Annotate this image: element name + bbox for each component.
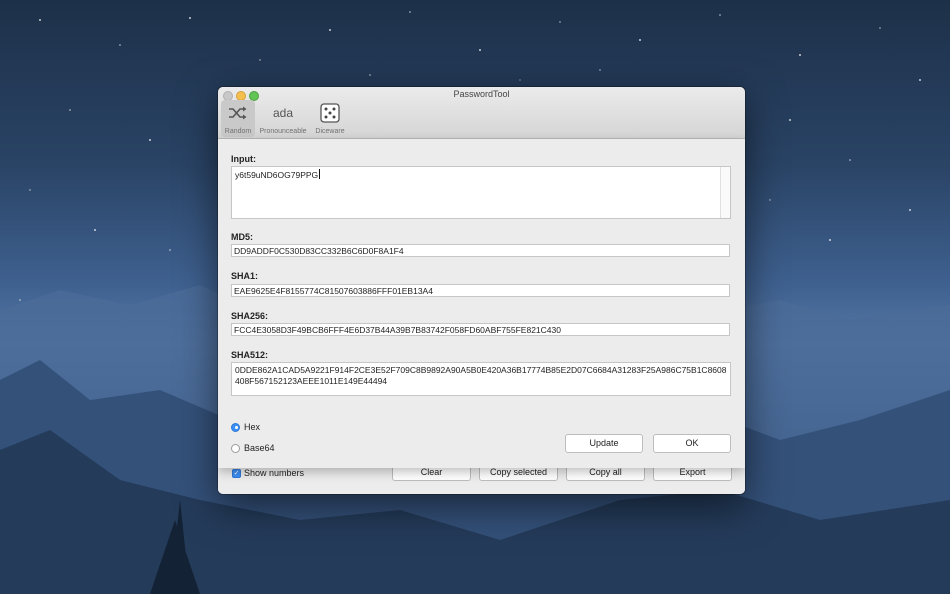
sha512-label: SHA512:	[231, 350, 269, 360]
input-textarea[interactable]: y6t59uND6OG79PPG	[231, 166, 731, 219]
toolbar-item-pronounceable[interactable]: ada Pronounceable	[256, 100, 310, 137]
md5-field[interactable]: DD9ADDF0C530D83CC332B6C6D0F8A1F4	[231, 244, 730, 257]
toolbar-item-random[interactable]: Random	[221, 100, 255, 137]
password-tool-window: PasswordTool Random ada Pronounceable Di…	[218, 87, 745, 494]
window-title: PasswordTool	[453, 89, 510, 99]
show-numbers-label: Show numbers	[244, 468, 305, 478]
hash-sheet: Input: y6t59uND6OG79PPG MD5: DD9ADDF0C53…	[218, 139, 745, 468]
toolbar-label-diceware: Diceware	[315, 128, 345, 135]
ada-icon-text: ada	[272, 106, 294, 120]
radio-base64[interactable]: Base64	[231, 443, 275, 453]
ada-text-icon: ada	[256, 102, 310, 124]
toolbar-label-random: Random	[224, 128, 252, 135]
dice-icon	[311, 102, 349, 124]
sha512-field[interactable]: 0DDE862A1CAD5A9221F914F2CE3E52F709C8B989…	[231, 362, 731, 396]
titlebar: PasswordTool Random ada Pronounceable Di…	[218, 87, 745, 139]
input-scrollbar[interactable]	[720, 167, 730, 218]
sha256-label: SHA256:	[231, 311, 269, 321]
text-caret	[319, 169, 321, 179]
sha1-field[interactable]: EAE9625E4F8155774C81507603886FFF01EB13A4	[231, 284, 730, 297]
shuffle-icon	[221, 102, 255, 124]
radio-hex[interactable]: Hex	[231, 422, 260, 432]
radio-base64-label: Base64	[244, 443, 275, 453]
ok-button[interactable]: OK	[653, 434, 731, 453]
input-value: y6t59uND6OG79PPG	[235, 170, 319, 180]
radio-base64-indicator[interactable]	[231, 443, 240, 453]
sha256-field[interactable]: FCC4E3058D3F49BCB6FFF4E6D37B44A39B7B8374…	[231, 323, 730, 336]
sha1-label: SHA1:	[231, 271, 259, 281]
radio-hex-indicator[interactable]	[231, 422, 240, 432]
toolbar-label-pronounceable: Pronounceable	[259, 128, 307, 135]
toolbar-item-diceware[interactable]: Diceware	[311, 100, 349, 137]
bottom-bar: ✓ Show numbers Clear Copy selected Copy …	[218, 465, 745, 494]
checkmark-icon[interactable]: ✓	[232, 468, 241, 478]
input-label: Input:	[231, 154, 256, 164]
radio-hex-label: Hex	[244, 422, 261, 432]
update-button[interactable]: Update	[565, 434, 643, 453]
md5-label: MD5:	[231, 232, 253, 242]
show-numbers-checkbox[interactable]: ✓ Show numbers	[232, 468, 304, 478]
